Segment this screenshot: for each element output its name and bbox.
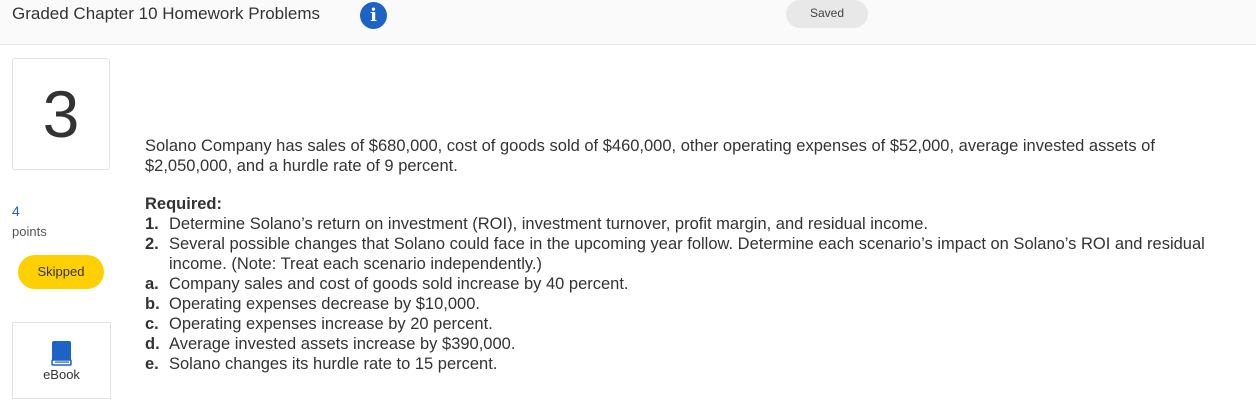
list-item-text: Solano changes its hurdle rate to 15 per… [169,355,498,373]
ebook-label: eBook [43,367,80,382]
top-bar: Graded Chapter 10 Homework Problems i Sa… [0,0,1256,45]
list-item: e. Solano changes its hurdle rate to 15 … [145,354,1245,374]
ebook-button[interactable]: eBook [12,322,111,399]
question-intro: Solano Company has sales of $680,000, co… [145,137,1155,175]
points-value: 4 [12,203,20,219]
list-item: a. Company sales and cost of goods sold … [145,274,1245,294]
list-marker: 1. [145,215,159,233]
list-item-text: Operating expenses increase by 20 percen… [169,315,493,333]
question-content: Solano Company has sales of $680,000, co… [145,136,1245,374]
requirements-list: 1. Determine Solano’s return on investme… [145,214,1245,374]
points-label: points [12,224,47,239]
list-item-text: Operating expenses decrease by $10,000. [169,295,480,313]
list-marker: d. [145,335,160,353]
sidebar-divider [12,398,110,399]
skipped-status-badge: Skipped [18,255,104,289]
question-number: 3 [12,58,110,170]
required-heading: Required: [145,195,223,213]
list-item: b. Operating expenses decrease by $10,00… [145,294,1245,314]
book-icon [51,341,72,366]
list-marker: b. [145,295,160,313]
list-marker: a. [145,275,159,293]
list-item: c. Operating expenses increase by 20 per… [145,314,1245,334]
list-item: 2. Several possible changes that Solano … [145,234,1245,274]
list-item: 1. Determine Solano’s return on investme… [145,214,1245,234]
list-item: d. Average invested assets increase by $… [145,334,1245,354]
list-marker: e. [145,355,159,373]
saved-status-badge: Saved [786,0,868,28]
assignment-title: Graded Chapter 10 Homework Problems [12,4,321,23]
info-icon[interactable]: i [360,2,387,29]
list-item-text: Determine Solano’s return on investment … [169,215,929,233]
list-marker: c. [145,315,159,333]
list-item-text: Company sales and cost of goods sold inc… [169,275,629,293]
list-item-text: Average invested assets increase by $390… [169,335,516,353]
list-marker: 2. [145,235,159,253]
list-item-text: Several possible changes that Solano cou… [169,235,1205,273]
